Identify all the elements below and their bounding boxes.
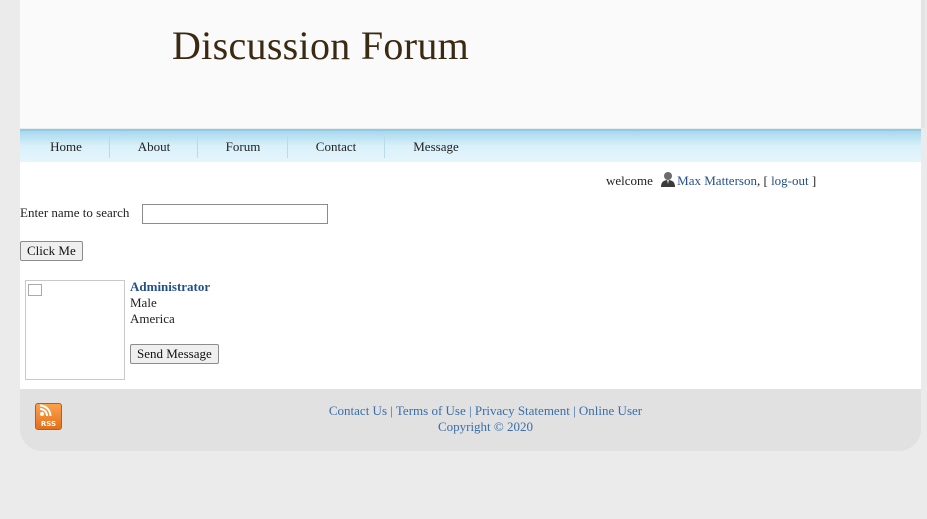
welcome-text: welcome	[606, 173, 653, 188]
broken-image-icon	[28, 284, 42, 296]
footer-links: Contact Us | Terms of Use | Privacy Stat…	[20, 403, 927, 435]
site-header: Discussion Forum	[20, 0, 925, 128]
welcome-bar: welcome Max Matterson, [ log-out ]	[606, 171, 816, 192]
current-user-link[interactable]: Max Matterson	[677, 173, 757, 188]
site-title: Discussion Forum	[172, 23, 470, 68]
user-icon	[660, 171, 676, 192]
logout-link[interactable]: log-out	[771, 173, 809, 188]
copyright-text: Copyright © 2020	[437, 419, 534, 434]
profile-info: Administrator Male America	[130, 279, 210, 327]
main-content: welcome Max Matterson, [ log-out ] Enter…	[20, 162, 921, 389]
profile-name[interactable]: Administrator	[130, 279, 210, 295]
nav-about[interactable]: About	[124, 131, 184, 162]
profile-avatar	[25, 280, 125, 380]
nav-separator	[197, 136, 198, 158]
bracket-close: ]	[811, 173, 817, 188]
footer-terms[interactable]: Terms of Use	[396, 403, 466, 418]
search-label: Enter name to search	[20, 205, 130, 220]
nav-contact[interactable]: Contact	[303, 131, 369, 162]
nav-home[interactable]: Home	[38, 131, 94, 162]
site-footer: RSS Contact Us | Terms of Use | Privacy …	[20, 389, 921, 451]
footer-online-user[interactable]: Online User	[579, 403, 642, 418]
search-input[interactable]	[142, 204, 328, 224]
nav-forum[interactable]: Forum	[213, 131, 273, 162]
footer-privacy[interactable]: Privacy Statement	[475, 403, 570, 418]
profile-gender: Male	[130, 295, 157, 310]
nav-message[interactable]: Message	[400, 131, 472, 162]
footer-contact-us[interactable]: Contact Us	[329, 403, 387, 418]
profile-location: America	[130, 311, 175, 326]
send-message-button[interactable]: Send Message	[130, 344, 219, 364]
nav-separator	[287, 136, 288, 158]
search-button[interactable]: Click Me	[20, 241, 83, 261]
footer-separator: |	[573, 403, 576, 418]
bracket-open: , [	[756, 173, 768, 188]
footer-separator: |	[390, 403, 393, 418]
nav-separator	[384, 136, 385, 158]
nav-separator	[109, 136, 110, 158]
footer-separator: |	[469, 403, 472, 418]
main-navigation: Home About Forum Contact Message	[20, 129, 921, 164]
